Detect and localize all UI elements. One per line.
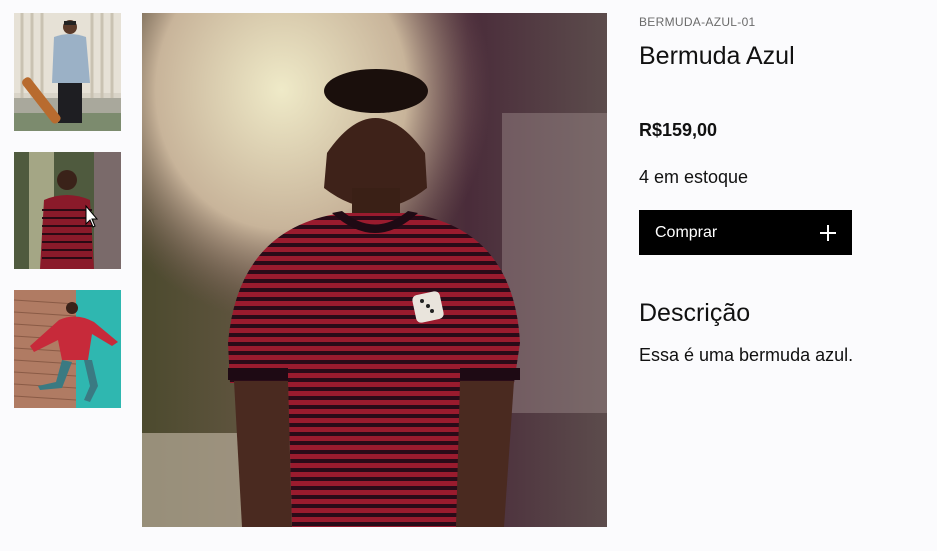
stock-status: 4 em estoque (639, 167, 749, 187)
description-text: Essa é uma bermuda azul. (639, 345, 854, 365)
buy-button[interactable]: Comprar (639, 210, 852, 255)
thumbnail-2[interactable] (14, 152, 121, 269)
plus-icon (820, 224, 836, 241)
product-title: Bermuda Azul (639, 42, 795, 70)
product-price: R$159,00 (639, 120, 718, 140)
thumbnail-1-image (14, 13, 121, 131)
main-product-photo (142, 13, 607, 527)
thumbnail-3[interactable] (14, 290, 121, 408)
thumbnail-3-image (14, 290, 121, 408)
thumbnail-2-image (14, 152, 121, 269)
buy-button-label: Comprar (655, 223, 718, 241)
description-heading: Descrição (639, 299, 751, 327)
main-product-image (142, 13, 607, 527)
product-sku: BERMUDA-AZUL-01 (639, 15, 756, 29)
thumbnail-1[interactable] (14, 13, 121, 131)
